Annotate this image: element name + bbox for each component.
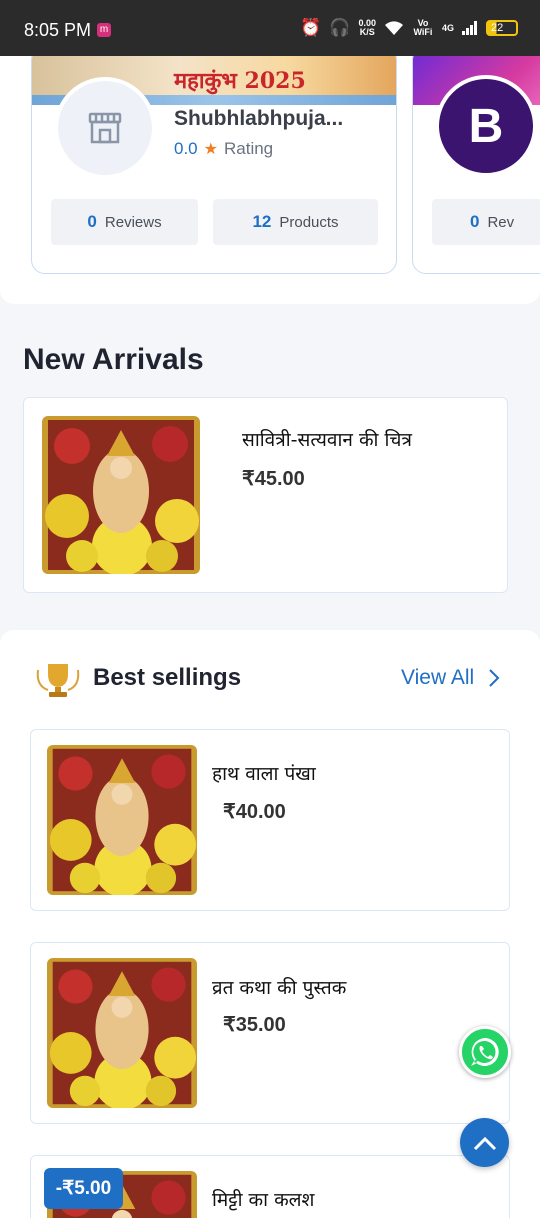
headphones-icon: 🎧	[329, 18, 351, 37]
whatsapp-icon	[471, 1038, 499, 1066]
products-stat: 12 Products	[213, 199, 378, 245]
product-image	[42, 416, 200, 574]
whatsapp-button[interactable]	[459, 1026, 511, 1078]
shop-name: Shubhlabhpuja...	[174, 107, 344, 130]
reviews-stat: 0 Rev	[432, 199, 540, 245]
product-card[interactable]: हाथ वाला पंखा ₹40.00	[30, 729, 510, 911]
product-price: ₹40.00	[223, 801, 286, 823]
status-time: 8:05 PM	[24, 20, 92, 40]
shop-avatar	[54, 77, 156, 179]
signal-icon	[462, 21, 477, 35]
status-bar: 8:05 PM m ⏰ 🎧 0.00 K/S Vo WiFi 4G 22	[0, 0, 540, 56]
product-name: मिट्टी का कलश	[212, 1189, 315, 1211]
wifi-icon	[384, 21, 403, 35]
product-name: हाथ वाला पंखा	[212, 763, 316, 785]
product-price: ₹45.00	[242, 468, 305, 490]
product-image	[47, 745, 197, 895]
shop-avatar: B	[435, 75, 537, 177]
new-arrivals-title: New Arrivals	[23, 343, 204, 376]
product-image	[47, 958, 197, 1108]
chevron-up-icon	[473, 1136, 496, 1150]
discount-badge: -₹5.00	[44, 1168, 123, 1209]
shop-rating: 0.0 ★ Rating	[174, 139, 274, 158]
banner-text: महाकुंभ 2025	[174, 68, 306, 94]
best-sellings-title: Best sellings	[93, 664, 242, 691]
battery-icon: 22	[486, 20, 518, 36]
product-name: सावित्री-सत्यवान की चित्र	[242, 429, 412, 451]
chevron-right-icon	[489, 669, 500, 687]
star-icon: ★	[203, 141, 218, 158]
scroll-to-top-button[interactable]	[460, 1118, 509, 1167]
signal-label: 4G	[441, 22, 454, 33]
shop-card[interactable]: B 0 Rev	[412, 56, 540, 274]
vowifi-label: Vo WiFi	[413, 18, 433, 37]
product-card[interactable]: सावित्री-सत्यवान की चित्र ₹45.00	[23, 397, 508, 593]
product-price: ₹35.00	[223, 1014, 286, 1036]
reviews-stat: 0 Reviews	[51, 199, 198, 245]
alarm-icon: ⏰	[300, 18, 322, 37]
app-notification-icon: m	[97, 23, 111, 37]
store-icon	[88, 112, 122, 144]
top-shops-section: महाकुंभ 2025 Shubhlabhpuja... 0.0 ★ Rati…	[0, 56, 540, 304]
trophy-icon	[36, 664, 80, 697]
view-all-link[interactable]: View All	[401, 666, 500, 690]
best-sellings-section	[0, 630, 540, 1218]
network-speed: 0.00 K/S	[358, 18, 376, 37]
product-card[interactable]: व्रत कथा की पुस्तक ₹35.00	[30, 942, 510, 1124]
shop-card[interactable]: महाकुंभ 2025 Shubhlabhpuja... 0.0 ★ Rati…	[31, 56, 397, 274]
product-name: व्रत कथा की पुस्तक	[212, 977, 347, 999]
